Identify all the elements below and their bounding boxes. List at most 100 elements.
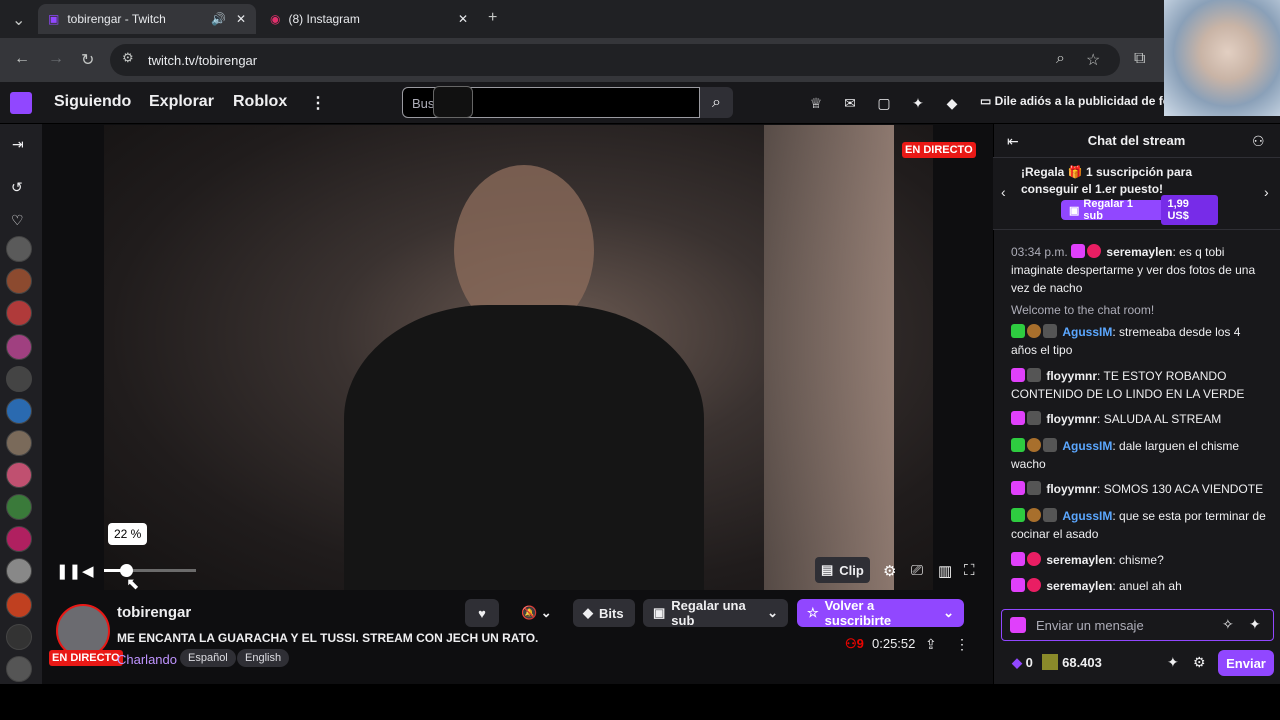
chat-username[interactable]: floyymnr xyxy=(1046,412,1097,426)
bits-button[interactable]: ◆ Bits xyxy=(573,599,635,627)
channel-avatar[interactable] xyxy=(6,526,32,552)
heart-icon[interactable]: ♡ xyxy=(11,212,24,229)
community-icon[interactable]: ⚇ xyxy=(1252,133,1265,150)
address-bar[interactable]: ⚙ twitch.tv/tobirengar ⌕ ☆ xyxy=(110,44,1120,76)
chat-username[interactable]: AgussIM xyxy=(1062,325,1112,339)
bookmark-star-icon[interactable]: ☆ xyxy=(1086,50,1100,70)
sub-badge-icon xyxy=(1011,578,1025,592)
more-options-icon[interactable]: ⋮ xyxy=(955,636,969,653)
tab-title: tobirengar - Twitch xyxy=(67,12,166,26)
fullscreen-icon[interactable]: ⛶ xyxy=(964,562,975,579)
chat-message: floyymnr: SALUDA AL STREAM xyxy=(1011,410,1269,428)
chat-username[interactable]: AgussIM xyxy=(1062,439,1112,453)
channel-avatar[interactable] xyxy=(6,268,32,294)
tab-close-icon[interactable]: ✕ xyxy=(458,12,468,26)
prediction-icon[interactable]: ✦ xyxy=(1167,654,1179,671)
tab-audio-icon[interactable]: 🔊 xyxy=(211,12,226,26)
back-icon[interactable]: ← xyxy=(14,50,30,68)
channel-points[interactable]: ◆ 0 68.403 xyxy=(1012,654,1102,671)
gift-badge-icon xyxy=(1027,368,1041,382)
new-tab-icon[interactable]: + xyxy=(488,9,497,27)
tab-instagram[interactable]: ◉ (8) Instagram ✕ xyxy=(260,4,478,34)
promo-gift-button[interactable]: ▣ Regalar 1 sub 1,99 US$ xyxy=(1061,195,1218,225)
zoom-icon[interactable]: ⌕ xyxy=(1056,50,1065,68)
channel-avatar[interactable] xyxy=(6,398,32,424)
channel-avatar[interactable] xyxy=(6,334,32,360)
clip-button[interactable]: ▤ Clip xyxy=(815,557,870,583)
nav-roblox[interactable]: Roblox xyxy=(233,93,287,111)
reload-icon[interactable]: ↻ xyxy=(81,50,94,70)
channel-avatar[interactable] xyxy=(6,624,32,650)
chevron-right-icon[interactable]: › xyxy=(1264,184,1269,200)
rewind-icon[interactable]: ↺ xyxy=(11,179,23,196)
tab-twitch[interactable]: ▣ tobirengar - Twitch 🔊 ✕ xyxy=(38,4,256,34)
channel-avatar[interactable] xyxy=(6,430,32,456)
chevron-left-icon[interactable]: ‹ xyxy=(1001,184,1006,200)
instagram-favicon-icon: ◉ xyxy=(270,12,281,26)
channel-name[interactable]: tobirengar xyxy=(117,604,191,621)
tab-search-icon[interactable]: ⌄ xyxy=(12,10,25,30)
channel-avatar[interactable] xyxy=(6,366,32,392)
bits-icon[interactable]: ◆ xyxy=(942,93,962,113)
heart-badge-icon xyxy=(1027,552,1041,566)
channel-avatar[interactable] xyxy=(6,592,32,618)
nav-browse[interactable]: Explorar xyxy=(149,93,214,111)
twitch-logo-icon[interactable] xyxy=(10,92,32,114)
cast-icon[interactable]: ⎚ xyxy=(911,562,923,579)
prime-icon[interactable]: ✦ xyxy=(908,93,928,113)
gift-sub-button[interactable]: ▣ Regalar una sub ⌄ xyxy=(643,598,788,628)
emote-magic-icon[interactable]: ✧ xyxy=(1222,616,1234,633)
chat-username[interactable]: floyymnr xyxy=(1046,369,1097,383)
chat-message: AgussIM: dale larguen el chisme wacho xyxy=(1011,438,1240,471)
viewer-count: ⚇9 xyxy=(845,636,864,651)
inbox-icon[interactable]: ✉ xyxy=(840,93,860,113)
share-icon[interactable]: ⇪ xyxy=(925,636,937,653)
crown-icon[interactable]: ♕ xyxy=(806,93,826,113)
channel-avatar[interactable] xyxy=(6,656,32,682)
chat-username[interactable]: floyymnr xyxy=(1046,482,1097,496)
account-badge-icon xyxy=(1027,438,1041,452)
chat-system-message: Welcome to the chat room! xyxy=(1011,303,1155,317)
channel-avatar[interactable] xyxy=(6,236,32,262)
chat-username[interactable]: AgussIM xyxy=(1062,509,1112,523)
volume-icon[interactable]: ◀ xyxy=(82,562,94,580)
follow-heart-button[interactable]: ♥ xyxy=(465,599,499,627)
settings-icon[interactable]: ⚙ xyxy=(883,562,896,580)
channel-avatar[interactable] xyxy=(6,494,32,520)
category-link[interactable]: Charlando xyxy=(117,652,177,667)
theatre-mode-icon[interactable]: ▥ xyxy=(938,562,952,580)
prime-icon[interactable]: ✦ xyxy=(1249,616,1261,633)
tag-spanish[interactable]: Español xyxy=(180,649,236,667)
site-info-icon[interactable]: ⚙ xyxy=(122,50,134,66)
tab-close-icon[interactable]: ✕ xyxy=(236,12,246,26)
sub-badge-icon xyxy=(1011,552,1025,566)
notifications-button[interactable]: 🔕 ⌄ xyxy=(511,599,563,627)
chat-username[interactable]: seremaylen xyxy=(1046,579,1112,593)
heart-badge-icon xyxy=(1087,244,1102,258)
chevron-down-icon: ⌄ xyxy=(767,605,778,620)
more-menu-icon[interactable]: ⋮ xyxy=(310,93,326,113)
chat-settings-icon[interactable]: ⚙ xyxy=(1193,654,1206,671)
channel-avatar[interactable] xyxy=(6,462,32,488)
chat-username[interactable]: seremaylen xyxy=(1106,245,1172,259)
forward-icon[interactable]: → xyxy=(48,50,64,68)
extensions-icon[interactable]: ⧉ xyxy=(1134,50,1145,68)
ad-free-banner[interactable]: ▭ Dile adiós a la publicidad de fo xyxy=(980,94,1164,108)
live-badge: EN DIRECTO xyxy=(902,142,976,158)
sub-badge-icon[interactable] xyxy=(1010,617,1026,633)
chat-username[interactable]: seremaylen xyxy=(1046,553,1112,567)
pause-icon[interactable]: ❚❚ xyxy=(56,562,81,580)
channel-avatar[interactable] xyxy=(6,300,32,326)
send-button[interactable]: Enviar xyxy=(1218,650,1274,676)
video-frame[interactable] xyxy=(104,125,933,590)
search-button[interactable]: ⌕ xyxy=(700,87,733,118)
whispers-icon[interactable]: ▢ xyxy=(874,93,894,113)
twitch-favicon-icon: ▣ xyxy=(48,12,60,26)
channel-avatar[interactable] xyxy=(6,558,32,584)
collapse-chat-icon[interactable]: ⇤ xyxy=(1007,133,1019,150)
clip-icon: ▤ xyxy=(821,562,834,577)
nav-following[interactable]: Siguiendo xyxy=(54,93,131,111)
expand-rail-icon[interactable]: ⇥ xyxy=(12,136,24,153)
resubscribe-button[interactable]: ☆ Volver a suscribirte ⌄ xyxy=(797,598,964,628)
tag-english[interactable]: English xyxy=(237,649,290,667)
